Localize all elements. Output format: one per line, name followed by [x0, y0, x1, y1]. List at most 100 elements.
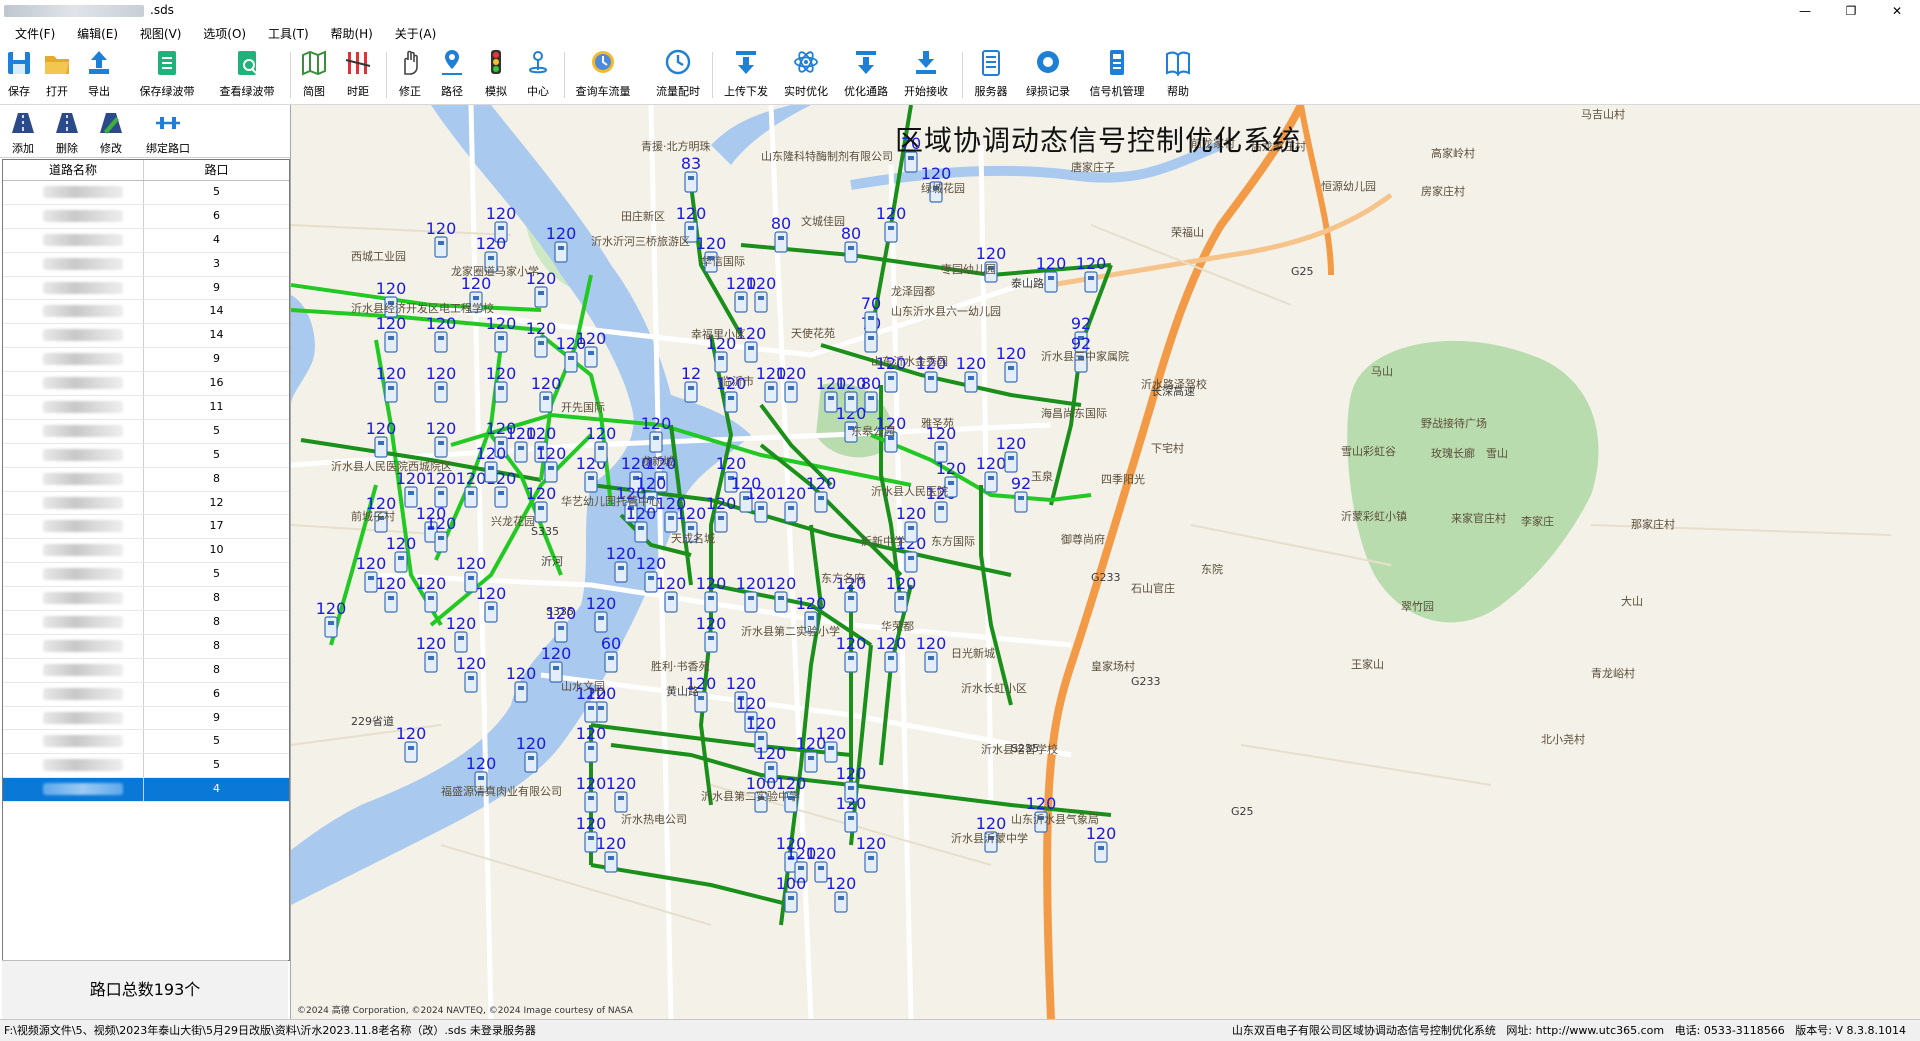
- table-row[interactable]: 5: [3, 730, 289, 755]
- save-green-wave-button[interactable]: 保存绿波带: [136, 48, 198, 99]
- signal-cabinet-detail: [438, 491, 444, 495]
- help-button[interactable]: 帮助: [1160, 48, 1196, 99]
- signal-cabinet-detail: [898, 596, 904, 600]
- signal-cycle-label: 120: [876, 204, 907, 223]
- redacted-road-name: [43, 209, 123, 222]
- bind-intersection-button[interactable]: 绑定路口: [140, 111, 196, 156]
- close-button[interactable]: ✕: [1874, 0, 1920, 22]
- view-green-wave-button[interactable]: 查看绿波带: [216, 48, 278, 99]
- table-row[interactable]: 3: [3, 252, 289, 277]
- table-row[interactable]: 8: [3, 587, 289, 612]
- edit-road-button[interactable]: 修改: [96, 111, 126, 156]
- table-row[interactable]: 5: [3, 443, 289, 468]
- status-phone: 电话: 0533-3118566: [1674, 1024, 1785, 1037]
- status-file-path: F:\视频源文件\5、视频\2023年泰山大街\5月29日改版\资料\沂水202…: [4, 1024, 536, 1037]
- signal-cabinet-detail: [928, 376, 934, 380]
- table-row[interactable]: 5: [3, 419, 289, 444]
- place-label: 翠竹园: [1401, 599, 1434, 613]
- table-row[interactable]: 9: [3, 348, 289, 373]
- signal-cabinet-icon: [384, 331, 398, 353]
- signal-cabinet-icon: [834, 891, 848, 913]
- table-row[interactable]: 16: [3, 372, 289, 397]
- table-row[interactable]: 5: [3, 181, 289, 205]
- menu-file[interactable]: 文件(F): [6, 22, 64, 45]
- upload-download-button[interactable]: 上传下发: [720, 48, 772, 99]
- column-intersections[interactable]: 路口: [144, 160, 289, 180]
- table-row[interactable]: 5: [3, 754, 289, 779]
- menu-view[interactable]: 视图(V): [131, 22, 191, 45]
- intersection-count-cell: 5: [213, 758, 220, 772]
- menu-help[interactable]: 帮助(H): [321, 22, 381, 45]
- minimize-button[interactable]: —: [1782, 0, 1828, 22]
- signal-cabinet-detail: [598, 446, 604, 450]
- column-road-name[interactable]: 道路名称: [3, 160, 144, 180]
- road-name-cell: [3, 276, 144, 300]
- signal-machine-manage-button[interactable]: 信号机管理: [1084, 48, 1150, 99]
- menu-about[interactable]: 关于(A): [386, 22, 446, 45]
- place-label: 天成名城: [671, 531, 715, 545]
- signal-cabinet-icon: [584, 471, 598, 493]
- start-receive-button[interactable]: 开始接收: [900, 48, 952, 99]
- add-road-button[interactable]: 添加: [8, 111, 38, 156]
- map-view[interactable]: 120 120 120 120 120 120 120 120 120 120 120 120 120 1…: [291, 105, 1920, 1019]
- save-button[interactable]: 保存: [4, 48, 34, 99]
- table-row[interactable]: 8: [3, 611, 289, 635]
- simple-map-button[interactable]: 简图: [298, 48, 330, 99]
- redacted-road-name: [43, 377, 123, 390]
- table-row[interactable]: 14: [3, 324, 289, 349]
- realtime-optimize-button[interactable]: 实时优化: [780, 48, 832, 99]
- road-name-cell: [3, 372, 144, 396]
- green-loss-record-button[interactable]: 绿损记录: [1020, 48, 1076, 99]
- place-label: 沂水县沂蒙中学: [951, 831, 1028, 845]
- menu-edit[interactable]: 编辑(E): [68, 22, 127, 45]
- delete-road-button[interactable]: 删除: [52, 111, 82, 156]
- table-row[interactable]: 8: [3, 658, 289, 683]
- table-row[interactable]: 6: [3, 204, 289, 229]
- time-distance-button[interactable]: 时距: [342, 48, 374, 99]
- table-row[interactable]: 8: [3, 467, 289, 492]
- road-label: 泰山路: [1011, 276, 1044, 290]
- correct-button[interactable]: 修正: [394, 48, 426, 99]
- table-row[interactable]: 9: [3, 706, 289, 731]
- signal-cabinet-detail: [428, 596, 434, 600]
- menu-tools[interactable]: 工具(T): [259, 22, 318, 45]
- signal-cycle-label: 120: [506, 664, 537, 683]
- query-traffic-button[interactable]: 查询车流量: [572, 48, 634, 99]
- road-label: S335: [546, 605, 574, 618]
- signal-cabinet-icon: [804, 751, 818, 773]
- signal-cabinet-detail: [553, 666, 559, 670]
- table-row[interactable]: 14: [3, 300, 289, 325]
- intersection-count-cell: 14: [209, 328, 224, 342]
- signal-cabinet-icon: [494, 381, 508, 403]
- table-row[interactable]: 8: [3, 634, 289, 659]
- simulate-button[interactable]: 模拟: [480, 48, 512, 99]
- signal-cabinet-icon: [434, 236, 448, 258]
- path-button[interactable]: 路径: [436, 48, 468, 99]
- maximize-button[interactable]: ❐: [1828, 0, 1874, 22]
- road-add-icon: [12, 113, 34, 133]
- flow-timing-button[interactable]: 流量配时: [652, 48, 704, 99]
- menu-options[interactable]: 选项(O): [194, 22, 255, 45]
- table-row[interactable]: 11: [3, 396, 289, 420]
- open-button[interactable]: 打开: [42, 48, 72, 99]
- export-button[interactable]: 导出: [84, 48, 114, 99]
- table-row[interactable]: 6: [3, 682, 289, 707]
- table-row[interactable]: 9: [3, 276, 289, 301]
- center-button[interactable]: 中心: [522, 48, 554, 99]
- table-row[interactable]: 12: [3, 491, 289, 516]
- road-label: G233: [1091, 571, 1121, 584]
- signal-cycle-label: 120: [576, 724, 607, 743]
- place-label: 下宅村: [1151, 441, 1184, 455]
- signal-cabinet-icon: [774, 231, 788, 253]
- table-row[interactable]: 4: [3, 228, 289, 253]
- clock-icon: [665, 49, 691, 75]
- table-row[interactable]: 17: [3, 515, 289, 540]
- table-row[interactable]: 5: [3, 563, 289, 588]
- optimize-route-button[interactable]: 优化通路: [840, 48, 892, 99]
- server-button[interactable]: 服务器: [970, 48, 1012, 99]
- map-canvas[interactable]: 120120120120120 120120120 120 120 120120120 1…: [291, 105, 1920, 1019]
- table-row[interactable]: 4: [3, 778, 289, 803]
- save-icon: [8, 52, 30, 74]
- signal-cabinet-detail: [588, 836, 594, 840]
- table-row[interactable]: 10: [3, 539, 289, 564]
